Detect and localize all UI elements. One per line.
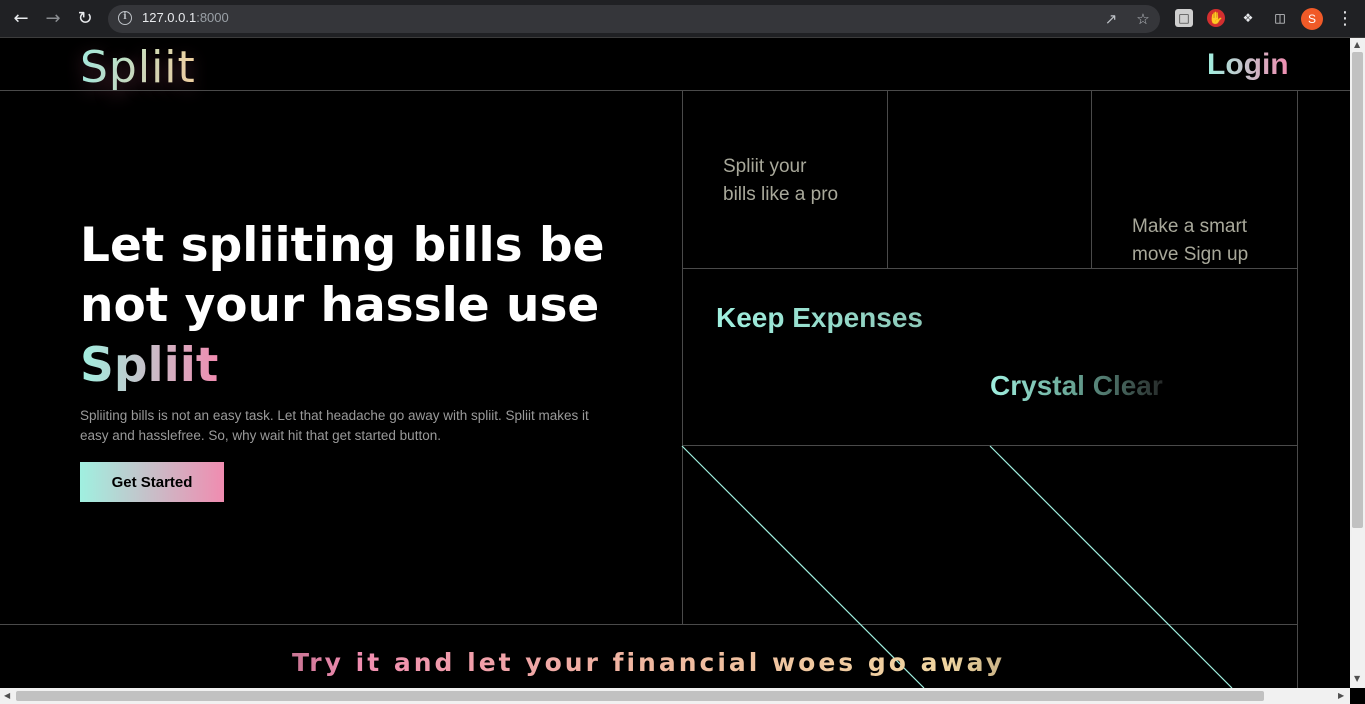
forward-arrow-icon[interactable]: → <box>41 7 65 31</box>
extension-stop-icon[interactable]: ✋ <box>1207 9 1225 27</box>
browser-toolbar: ← → ↻ i 127.0.0.1:8000 ↗ ☆ □ ✋ ❖ ◫ S ⋮ <box>0 0 1365 38</box>
share-icon[interactable]: ↗ <box>1101 9 1121 29</box>
cell-line: move Sign up <box>1132 244 1249 265</box>
cell-line: bills like a pro <box>723 184 839 205</box>
cell-spliit-pro: Spliit your bills like a pro <box>723 153 838 209</box>
vertical-scrollbar[interactable]: ▲ ▼ <box>1350 38 1365 688</box>
back-arrow-icon[interactable]: ← <box>9 7 33 31</box>
extension-page-icon[interactable]: □ <box>1175 9 1193 27</box>
headline-brand: Spliit <box>80 338 219 393</box>
page-viewport: Spliit Login Let spliiting bills be not … <box>0 38 1350 688</box>
scroll-up-icon[interactable]: ▲ <box>1354 40 1360 49</box>
headline-line-1: Let spliiting bills be <box>80 218 605 273</box>
reload-icon[interactable]: ↻ <box>73 7 97 31</box>
headline-line-2: not your hassle use <box>80 278 600 333</box>
bookmark-star-icon[interactable]: ☆ <box>1133 9 1153 29</box>
site-info-icon[interactable]: i <box>118 11 132 25</box>
horizontal-scroll-thumb[interactable] <box>16 691 1264 701</box>
address-url[interactable]: 127.0.0.1:8000 <box>142 10 229 25</box>
get-started-button[interactable]: Get Started <box>80 462 224 502</box>
vertical-scroll-thumb[interactable] <box>1352 52 1363 528</box>
cell-sign-up[interactable]: Make a smart move Sign up <box>1132 213 1248 269</box>
cell-line: Spliit your <box>723 156 807 177</box>
extensions-puzzle-icon[interactable]: ❖ <box>1239 9 1257 27</box>
scroll-right-icon[interactable]: ▶ <box>1338 691 1344 700</box>
hero-description: Spliiting bills is not an easy task. Let… <box>80 408 589 443</box>
address-bar[interactable]: i 127.0.0.1:8000 ↗ ☆ <box>108 5 1160 33</box>
profile-avatar[interactable]: S <box>1301 8 1323 30</box>
crystal-clear-text: Crystal Clear <box>990 370 1168 402</box>
scroll-down-icon[interactable]: ▼ <box>1354 674 1360 683</box>
browser-menu-icon[interactable]: ⋮ <box>1333 7 1357 31</box>
cell-line: Make a smart <box>1132 216 1248 237</box>
keep-expenses-text: Keep Expenses <box>716 302 923 333</box>
side-panel-icon[interactable]: ◫ <box>1271 9 1289 27</box>
hero-headline: Let spliiting bills be not your hassle u… <box>80 216 640 396</box>
scroll-left-icon[interactable]: ◀ <box>4 691 10 700</box>
horizontal-scrollbar[interactable]: ◀ ▶ <box>0 688 1350 704</box>
footer-tagline: Try it and let your financial woes go aw… <box>0 648 1297 677</box>
